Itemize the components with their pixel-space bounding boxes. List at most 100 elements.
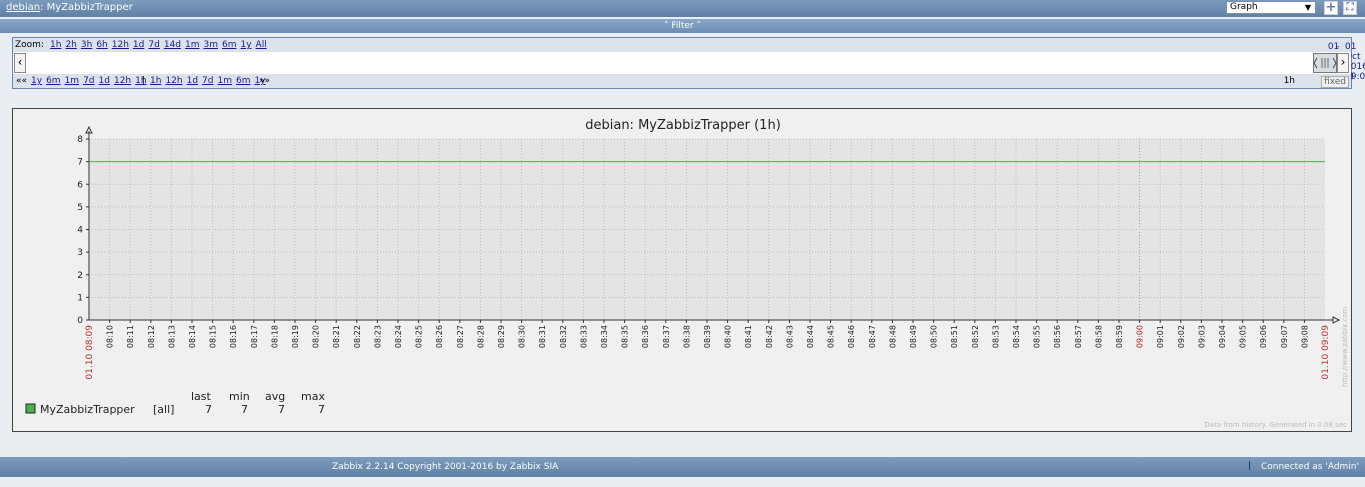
y-tick-label: 2	[77, 271, 83, 281]
x-tick-label: 08:18	[270, 325, 279, 348]
footer-bar: Zabbix 2.2.14 Copyright 2001-2016 by Zab…	[0, 457, 1365, 477]
scroll-handle[interactable]	[1313, 53, 1337, 73]
x-tick-label: 08:22	[353, 325, 362, 348]
filter-toggle[interactable]: ˄ Filter ˄	[0, 19, 1365, 33]
zoom-link-3m[interactable]: 3m	[203, 40, 218, 50]
x-tick-label: 08:56	[1053, 325, 1062, 348]
forward-link-1d[interactable]: 1d	[187, 76, 198, 86]
x-tick-label: 08:36	[641, 325, 650, 348]
back-link-12h[interactable]: 12h	[114, 76, 131, 86]
y-tick-label: 8	[77, 135, 83, 145]
forward-link-12h[interactable]: 12h	[165, 76, 182, 86]
zoom-link-6m[interactable]: 6m	[222, 40, 237, 50]
x-tick-label: 09:03	[1197, 325, 1206, 348]
x-tick-label: 08:38	[682, 325, 691, 348]
graph-panel: debian: MyZabbizTrapper (1h) 08:10 08:11 0…	[12, 108, 1352, 432]
footer-connected: Connected as 'Admin'	[1260, 462, 1359, 472]
scroll-right-button[interactable]: ›	[1337, 53, 1349, 73]
x-tick-label: 08:48	[888, 325, 897, 348]
x-tick-label: 08:28	[476, 325, 485, 348]
plus-icon[interactable]: +	[1324, 1, 1338, 15]
footer-copyright: Zabbix 2.2.14 Copyright 2001-2016 by Zab…	[332, 462, 559, 472]
zoom-link-1d[interactable]: 1d	[133, 40, 144, 50]
back-link-1d[interactable]: 1d	[99, 76, 110, 86]
x-tick-label: 08:23	[373, 325, 382, 348]
x-tick-label: 08:54	[1012, 325, 1021, 348]
x-tick-label: 08:53	[991, 325, 1000, 348]
x-tick-label: 08:46	[847, 325, 856, 348]
scroll-left-button[interactable]: ‹	[14, 53, 26, 73]
x-tick-label: 08:45	[827, 325, 836, 348]
x-tick-label: 08:31	[538, 325, 547, 348]
forward-link-7d[interactable]: 7d	[202, 76, 213, 86]
y-tick-label: 3	[77, 248, 83, 258]
legend-header-avg: avg	[265, 390, 285, 403]
back-link-1y[interactable]: 1y	[31, 76, 42, 86]
graph-chart: debian: MyZabbizTrapper (1h) 08:10 08:11 0…	[25, 118, 1349, 429]
x-tick-label: 08:50	[930, 325, 939, 348]
zoom-link-1m[interactable]: 1m	[185, 40, 200, 50]
zoom-label: Zoom:	[15, 40, 44, 50]
legend-item-name: MyZabbizTrapper	[40, 403, 135, 416]
x-tick-label: 08:51	[950, 325, 959, 348]
legend-value-last: 7	[205, 403, 212, 416]
x-tick-label: 08:34	[600, 325, 609, 348]
y-tick-label: 1	[77, 293, 83, 303]
zoom-link-1y[interactable]: 1y	[240, 40, 251, 50]
chevron-up-icon: ˄	[663, 21, 669, 31]
chevron-up-icon: ˄	[696, 21, 702, 31]
x-tick-label: 08:42	[765, 325, 774, 348]
host-link[interactable]: debian	[6, 2, 40, 13]
back-link-1m[interactable]: 1m	[65, 76, 80, 86]
zoom-link-12h[interactable]: 12h	[112, 40, 129, 50]
item-name: MyZabbizTrapper	[46, 2, 133, 13]
view-select[interactable]: Graph ▼	[1226, 1, 1316, 14]
x-tick-label: 08:32	[559, 325, 568, 348]
x-tick-label: 08:27	[456, 325, 465, 348]
x-tick-label: 08:58	[1094, 325, 1103, 348]
x-tick-label: 08:33	[579, 325, 588, 348]
zoom-link-1h[interactable]: 1h	[50, 40, 61, 50]
x-end-label: 01.10 09:09	[1321, 325, 1331, 380]
chart-title: debian: MyZabbizTrapper (1h)	[585, 118, 781, 133]
zoom-links: 1h 2h 3h 6h 12h 1d 7d 14d 1m 3m 6m 1y All	[50, 40, 271, 50]
fullscreen-icon[interactable]: ⛶	[1343, 1, 1357, 15]
legend-header-last: last	[191, 390, 212, 403]
x-tick-label: 08:14	[188, 325, 197, 348]
zoom-link-3h[interactable]: 3h	[81, 40, 92, 50]
x-tick-label: 08:59	[1115, 325, 1124, 348]
fixed-toggle[interactable]: fixed	[1321, 76, 1349, 88]
grip-icon	[1313, 53, 1337, 73]
chevron-right-icon: ›	[1340, 55, 1346, 69]
page-title: debian: MyZabbizTrapper	[6, 2, 133, 13]
x-tick-label: 08:10	[106, 325, 115, 348]
x-tick-label: 09:02	[1177, 325, 1186, 348]
x-tick-label: 08:39	[703, 325, 712, 348]
legend-value-max: 7	[318, 403, 325, 416]
zoom-link-14d[interactable]: 14d	[164, 40, 181, 50]
x-tick-label: 08:57	[1074, 325, 1083, 348]
forward-link-6m[interactable]: 6m	[236, 76, 251, 86]
x-tick-label: 08:20	[312, 325, 321, 348]
x-tick-label: 08:40	[724, 325, 733, 348]
chevron-down-icon: ▼	[1304, 3, 1311, 12]
x-tick-label: 08:19	[291, 325, 300, 348]
y-tick-label: 4	[77, 226, 83, 236]
zoom-link-6h[interactable]: 6h	[96, 40, 107, 50]
zoom-link-All[interactable]: All	[256, 40, 267, 50]
y-tick-label: 0	[77, 316, 83, 326]
x-tick-label: 08:16	[229, 325, 238, 348]
zoom-link-2h[interactable]: 2h	[65, 40, 76, 50]
x-tick-label: 08:25	[415, 325, 424, 348]
x-start-label: 01.10 08:09	[85, 325, 95, 380]
x-tick-label: 08:26	[435, 325, 444, 348]
y-tick-label: 5	[77, 203, 83, 213]
forward-link-1h[interactable]: 1h	[150, 76, 161, 86]
forward-link-1m[interactable]: 1m	[218, 76, 233, 86]
zoom-link-7d[interactable]: 7d	[148, 40, 159, 50]
x-tick-label: 08:44	[806, 325, 815, 348]
back-link-6m[interactable]: 6m	[46, 76, 61, 86]
scroll-track[interactable]: ‹ ›	[13, 52, 1351, 74]
legend-value-min: 7	[241, 403, 248, 416]
back-link-7d[interactable]: 7d	[83, 76, 94, 86]
